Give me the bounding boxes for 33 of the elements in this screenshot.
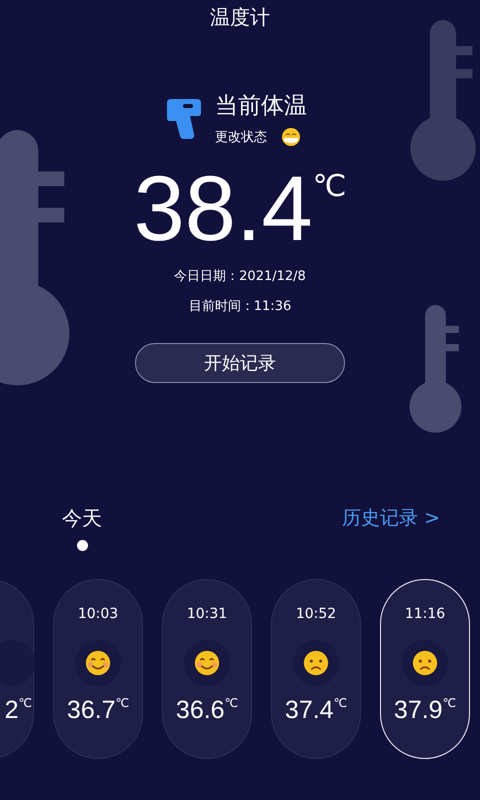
record-time: 10:31 [186,606,228,624]
smiling-face-icon [84,649,112,677]
temperature-reading: 38.4 [134,161,313,257]
record-temperature: 37.4 [284,696,334,725]
temperature-unit: ℃ [224,696,238,710]
screen-title: 温度计 [210,4,270,30]
date-text: 今日日期：2021/12/8 [174,268,306,285]
sad-face-icon [411,649,439,677]
temperature-unit: ℃ [334,696,348,710]
record-temperature: 2 [4,696,19,725]
record-card[interactable]: 10:31 36.6℃ [162,579,252,759]
sad-face-icon [302,649,330,677]
record-card[interactable]: 10:03 36.7℃ [53,579,143,759]
history-link[interactable]: 历史记录 > [342,505,440,531]
record-temperature: 37.9 [394,696,443,725]
record-time: 11:16 [404,606,446,624]
temperature-unit: ℃ [312,169,346,204]
record-card[interactable]: 10:52 37.4℃ [271,579,361,759]
record-card[interactable]: 11:16 37.9℃ [380,579,470,759]
record-card[interactable]: 2℃ [0,579,34,759]
change-status-link[interactable]: 更改状态 [215,128,267,146]
temperature-unit: ℃ [442,696,456,710]
record-temperature: 36.6 [176,696,225,725]
record-time: 10:52 [296,606,336,624]
day-tab[interactable]: 今天 [62,505,102,551]
time-text: 目前时间：11:36 [188,298,292,315]
record-time: 10:03 [78,606,118,624]
temperature-unit: ℃ [116,696,130,710]
temperature-unit: ℃ [18,696,32,710]
start-record-button[interactable]: 开始记录 [135,343,345,383]
record-temperature: 36.7 [66,696,116,725]
current-temperature-label: 当前体温 [215,92,307,121]
smiling-face-icon [193,649,221,677]
